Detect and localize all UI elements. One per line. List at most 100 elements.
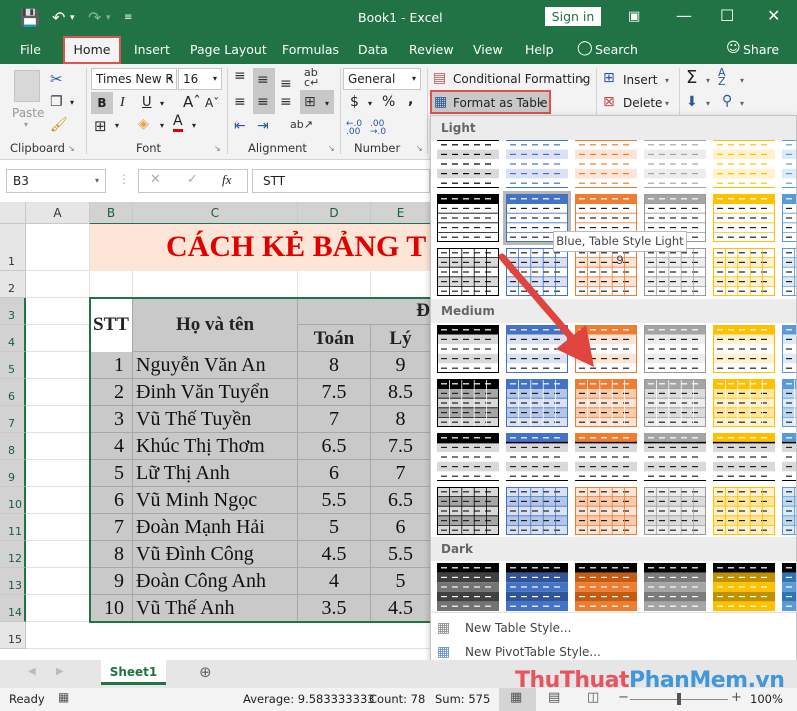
italic-button[interactable]: I <box>120 95 125 111</box>
new-pivot-style-button[interactable]: New PivotTable Style... <box>465 645 601 659</box>
cell-math[interactable]: 6 <box>298 460 371 487</box>
status-average[interactable]: Average: 9.583333333 <box>243 692 375 706</box>
cell-physics[interactable]: 7 <box>371 460 430 487</box>
copy-dropdown-icon[interactable]: ▾ <box>70 98 74 107</box>
insert-cells-button[interactable]: Insert <box>623 73 657 87</box>
cell-stt[interactable]: 9 <box>90 568 133 595</box>
fill-dropdown-icon[interactable]: ▾ <box>706 99 710 108</box>
align-center-icon[interactable]: ≡ <box>257 94 269 110</box>
ribbon-display-options-icon[interactable]: ▣ <box>628 9 640 24</box>
table-style-light-12[interactable] <box>782 194 796 242</box>
align-left-icon[interactable]: ≡ <box>234 94 246 110</box>
table-style-medium-22[interactable] <box>644 487 706 535</box>
header-stt[interactable]: STT <box>90 298 133 352</box>
paste-button[interactable]: Paste <box>12 106 44 120</box>
cell-math[interactable]: 4.5 <box>298 541 371 568</box>
format-painter-icon[interactable]: 🖌 <box>50 117 68 133</box>
currency-dropdown-icon[interactable]: ▾ <box>368 99 372 108</box>
bottom-align-icon[interactable]: ≡ <box>280 76 292 92</box>
select-all-button[interactable] <box>0 202 26 224</box>
page-break-view-icon[interactable]: ◫ <box>587 690 599 705</box>
table-style-dark-4[interactable] <box>644 563 706 611</box>
row-header-12[interactable]: 12 <box>0 541 26 568</box>
save-icon[interactable]: 💾 <box>20 8 40 27</box>
cell-math[interactable]: 7.5 <box>298 379 371 406</box>
table-style-medium-15[interactable] <box>575 433 637 481</box>
table-style-medium-7[interactable] <box>437 379 499 427</box>
table-style-medium-20[interactable] <box>506 487 568 535</box>
table-style-medium-8[interactable] <box>506 379 568 427</box>
table-style-light-2[interactable] <box>506 140 568 188</box>
sign-in-button[interactable]: Sign in <box>545 7 601 26</box>
column-header-a[interactable]: A <box>26 202 90 224</box>
zoom-slider-thumb[interactable] <box>677 693 681 705</box>
row-header-11[interactable]: 11 <box>0 514 26 541</box>
table-style-medium-17[interactable] <box>713 433 775 481</box>
redo-dropdown-icon[interactable]: ▾ <box>106 13 111 23</box>
table-style-medium-9[interactable] <box>575 379 637 427</box>
table-style-medium-4[interactable] <box>644 325 706 373</box>
cell-math[interactable]: 3.5 <box>298 595 371 622</box>
cell-physics[interactable]: 9 <box>371 352 430 379</box>
column-a-cells[interactable] <box>26 298 90 623</box>
table-style-light-3[interactable] <box>575 140 637 188</box>
tab-file[interactable]: File <box>20 42 41 57</box>
zoom-level[interactable]: 100% <box>750 692 783 706</box>
percent-button[interactable]: % <box>382 94 395 110</box>
status-sum[interactable]: Sum: 575 <box>435 692 490 706</box>
decrease-decimal-icon[interactable]: .00 →.0 <box>370 120 386 137</box>
tab-formulas[interactable]: Formulas <box>282 42 339 57</box>
table-style-dark-2[interactable] <box>506 563 568 611</box>
autosum-icon[interactable]: Σ <box>686 67 697 88</box>
top-align-icon[interactable]: ≡ <box>234 68 246 84</box>
cell-name[interactable]: Đinh Văn Tuyển <box>133 379 298 406</box>
table-style-medium-12[interactable] <box>782 379 796 427</box>
macro-record-icon[interactable]: ▦ <box>58 690 69 704</box>
share-button[interactable]: Share <box>743 42 779 57</box>
cell-stt[interactable]: 7 <box>90 514 133 541</box>
zoom-out-icon[interactable]: − <box>618 690 629 705</box>
cell-stt[interactable]: 6 <box>90 487 133 514</box>
table-style-light-4[interactable] <box>644 140 706 188</box>
header-name[interactable]: Họ và tên <box>133 298 298 352</box>
tab-page-layout[interactable]: Page Layout <box>190 42 267 57</box>
table-style-medium-13[interactable] <box>437 433 499 481</box>
bold-button[interactable]: B <box>91 92 113 114</box>
row-header-1[interactable]: 1 <box>0 224 26 271</box>
column-header-c[interactable]: C <box>133 202 298 224</box>
borders-dropdown-icon[interactable]: ▾ <box>115 121 119 130</box>
zoom-in-icon[interactable]: + <box>731 690 742 705</box>
table-style-light-18[interactable] <box>782 248 796 296</box>
cell-a1[interactable] <box>26 224 90 271</box>
sort-filter-icon[interactable]: AZ <box>718 67 726 87</box>
minimize-icon[interactable]: — <box>676 6 692 25</box>
cell-stt[interactable]: 3 <box>90 406 133 433</box>
cell-math[interactable]: 5.5 <box>298 487 371 514</box>
cell-physics[interactable]: 6.5 <box>371 487 430 514</box>
formula-input[interactable]: STT <box>252 169 430 193</box>
row-header-5[interactable]: 5 <box>0 352 26 379</box>
confirm-entry-icon[interactable]: ✓ <box>187 172 198 187</box>
cell-stt[interactable]: 5 <box>90 460 133 487</box>
increase-indent-icon[interactable]: ⇥ <box>257 118 269 134</box>
cell-name[interactable]: Vũ Đình Công <box>133 541 298 568</box>
currency-button[interactable]: $ <box>350 94 359 110</box>
cell-physics[interactable]: 6 <box>371 514 430 541</box>
maximize-icon[interactable]: ☐ <box>720 6 734 25</box>
cell-physics[interactable]: 8.5 <box>371 379 430 406</box>
undo-icon[interactable]: ↶ <box>52 8 65 27</box>
clipboard-launcher-icon[interactable]: ↘ <box>68 144 75 153</box>
header-scores-group[interactable]: Đ <box>298 298 430 325</box>
column-header-d[interactable]: D <box>298 202 371 224</box>
table-style-medium-5[interactable] <box>713 325 775 373</box>
name-box[interactable]: B3 ▾ <box>6 169 106 193</box>
number-format-select[interactable]: General ▾ <box>343 68 421 90</box>
column-header-e[interactable]: E <box>371 202 431 224</box>
row-header-13[interactable]: 13 <box>0 568 26 595</box>
header-physics[interactable]: Lý <box>371 325 430 352</box>
redo-icon[interactable]: ↷ <box>88 8 101 27</box>
cell-name[interactable]: Nguyễn Văn An <box>133 352 298 379</box>
customize-qat-icon[interactable]: ≡ <box>124 12 132 23</box>
cell-physics[interactable]: 5.5 <box>371 541 430 568</box>
new-table-style-button[interactable]: New Table Style... <box>465 621 571 635</box>
